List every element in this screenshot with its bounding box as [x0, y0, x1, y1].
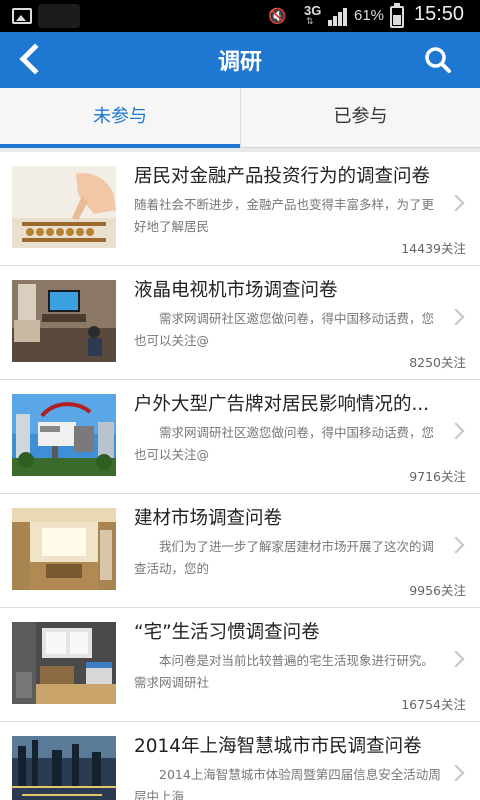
follow-count: 14439关注	[401, 241, 466, 256]
survey-thumbnail	[12, 394, 116, 476]
back-chevron-icon	[19, 43, 51, 75]
survey-item[interactable]: 户外大型广告牌对居民影响情况的... 需求网调研社区邀您做问卷，得中国移动话费，…	[0, 380, 480, 494]
image-icon	[12, 8, 32, 24]
notification-icon	[38, 4, 80, 28]
survey-thumbnail	[12, 166, 116, 248]
chevron-right-icon	[447, 308, 465, 326]
network-type: 3G	[304, 3, 322, 18]
survey-title: 建材市场调查问卷	[134, 508, 283, 529]
survey-description: 本问卷是对当前比较普遍的宅生活现象进行研究。需求网调研社	[134, 653, 435, 690]
back-button[interactable]	[8, 36, 56, 84]
chevron-right-icon	[447, 536, 465, 554]
survey-item[interactable]: 居民对金融产品投资行为的调查问卷 随着社会不断进步，金融产品也变得丰富多样，为了…	[0, 152, 480, 266]
follow-count: 16754关注	[401, 697, 466, 712]
chevron-right-icon	[447, 422, 465, 440]
survey-item[interactable]: 2014年上海智慧城市市民调查问卷 2014上海智慧城市体验周暨第四届信息安全活…	[0, 722, 480, 800]
survey-title: 户外大型广告牌对居民影响情况的...	[134, 394, 430, 415]
survey-title: “宅”生活习惯调查问卷	[134, 622, 320, 643]
tab-participated[interactable]: 已参与	[240, 88, 480, 148]
survey-thumbnail	[12, 280, 116, 362]
survey-description: 随着社会不断进步，金融产品也变得丰富多样，为了更好地了解居民	[134, 197, 435, 234]
survey-item[interactable]: “宅”生活习惯调查问卷 本问卷是对当前比较普遍的宅生活现象进行研究。需求网调研社…	[0, 608, 480, 722]
chevron-right-icon	[447, 194, 465, 212]
search-button[interactable]	[418, 40, 458, 80]
survey-description: 我们为了进一步了解家居建材市场开展了这次的调查活动，您的	[134, 539, 435, 576]
survey-title: 液晶电视机市场调查问卷	[134, 280, 338, 301]
page-title: 调研	[217, 50, 262, 75]
signal-icon	[328, 6, 352, 26]
app-header: 调研	[0, 32, 480, 88]
battery-fill	[393, 15, 401, 25]
follow-count: 8250关注	[409, 355, 466, 370]
mute-icon: 🔇	[268, 7, 287, 25]
follow-count: 9716关注	[409, 469, 466, 484]
survey-thumbnail	[12, 508, 116, 590]
survey-list: 居民对金融产品投资行为的调查问卷 随着社会不断进步，金融产品也变得丰富多样，为了…	[0, 152, 480, 800]
survey-title: 2014年上海智慧城市市民调查问卷	[134, 736, 422, 757]
survey-thumbnail	[12, 622, 116, 704]
survey-description: 2014上海智慧城市体验周暨第四届信息安全活动周层中上海	[134, 767, 441, 800]
tab-not-participated[interactable]: 未参与	[0, 88, 240, 148]
chevron-right-icon	[447, 764, 465, 782]
survey-description: 需求网调研社区邀您做问卷，得中国移动话费，您也可以关注@	[134, 311, 435, 348]
battery-icon	[390, 3, 404, 28]
survey-thumbnail	[12, 736, 116, 800]
survey-item[interactable]: 建材市场调查问卷 我们为了进一步了解家居建材市场开展了这次的调查活动，您的 99…	[0, 494, 480, 608]
data-arrows-icon: ⇅	[306, 17, 314, 27]
follow-count: 9956关注	[409, 583, 466, 598]
survey-item[interactable]: 液晶电视机市场调查问卷 需求网调研社区邀您做问卷，得中国移动话费，您也可以关注@…	[0, 266, 480, 380]
tab-bar: 未参与 已参与	[0, 88, 480, 148]
survey-title: 居民对金融产品投资行为的调查问卷	[134, 166, 431, 187]
chevron-right-icon	[447, 650, 465, 668]
survey-description: 需求网调研社区邀您做问卷，得中国移动话费，您也可以关注@	[134, 425, 435, 462]
status-bar: 🔇 3G ⇅ 61% 15:50	[0, 0, 480, 32]
search-icon	[425, 47, 451, 73]
clock: 15:50	[414, 3, 465, 25]
battery-percent: 61%	[354, 7, 385, 24]
